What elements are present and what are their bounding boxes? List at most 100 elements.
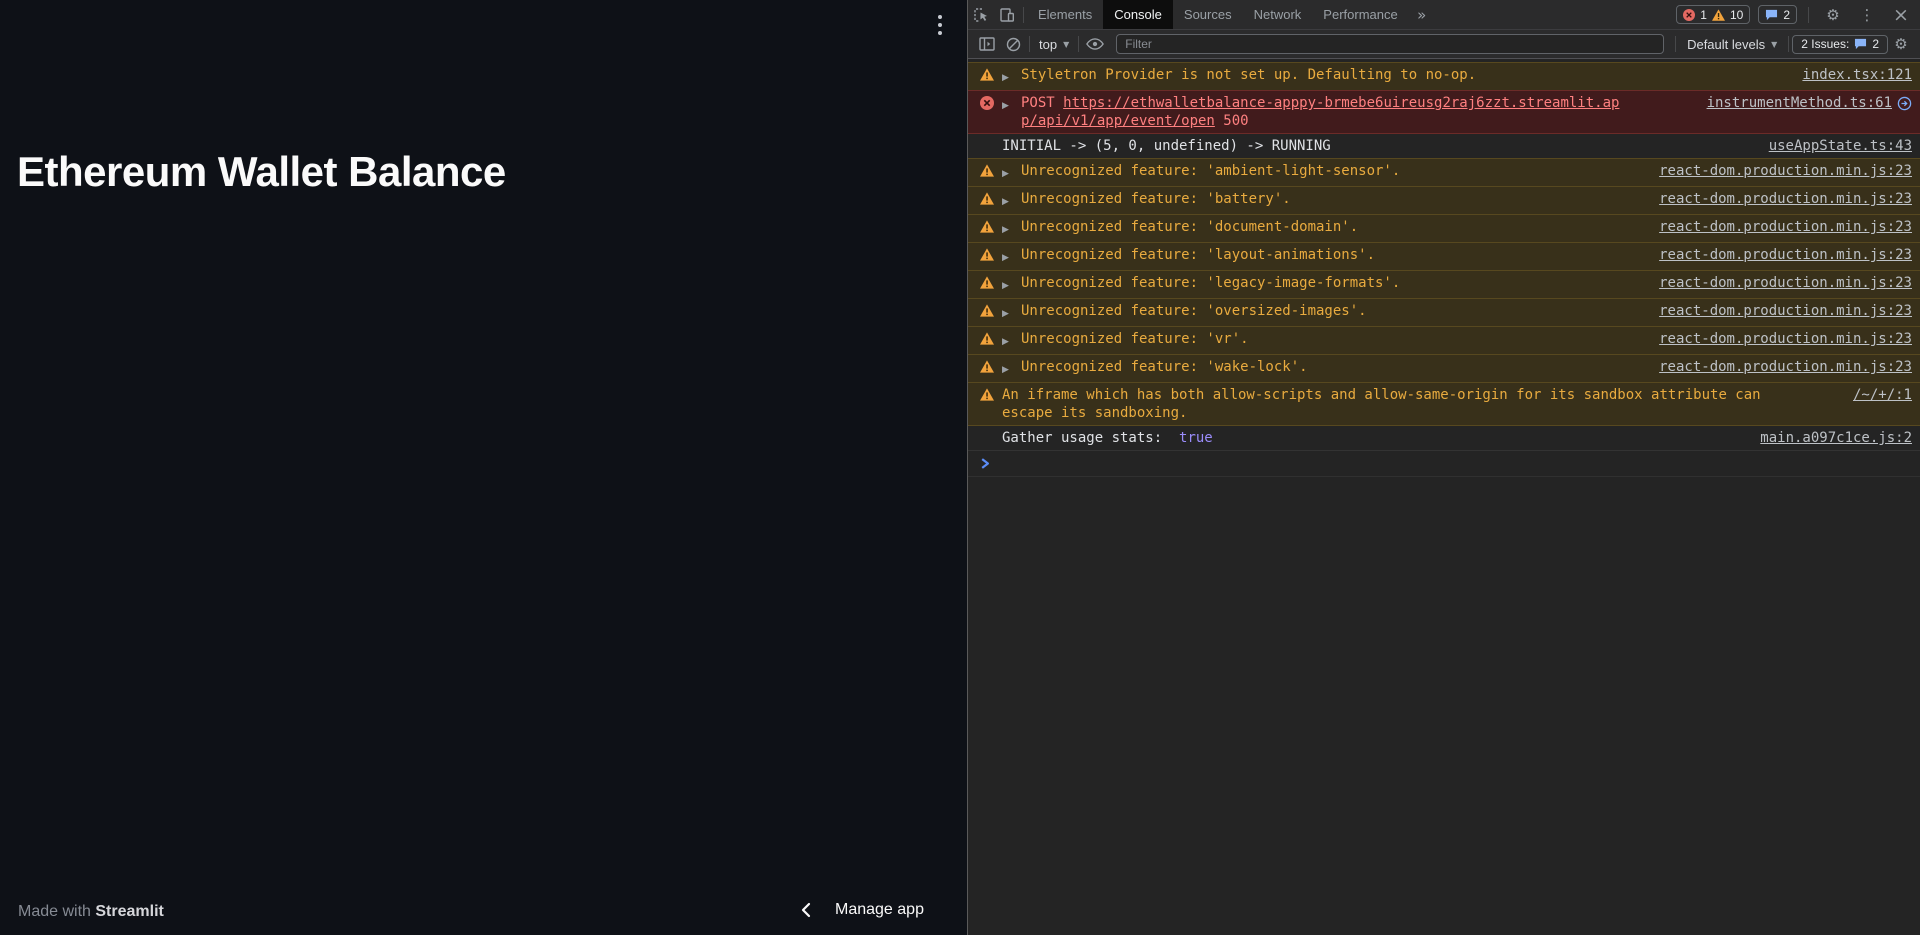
issues-pill[interactable]: 2 Issues: 2 xyxy=(1792,34,1888,54)
message-gutter: ▶ xyxy=(980,274,1021,295)
expand-triangle-icon[interactable]: ▶ xyxy=(1002,277,1012,295)
boolean-value: true xyxy=(1179,430,1213,446)
inspect-element-icon[interactable] xyxy=(968,2,994,28)
console-message-warn: ▶ react-dom.production.min.js:23 Unrecogni… xyxy=(968,186,1920,215)
expand-triangle-icon[interactable]: ▶ xyxy=(1002,97,1012,115)
message-body: react-dom.production.min.js:23 Unrecogniz… xyxy=(1021,162,1912,180)
issues-label: 2 Issues: xyxy=(1801,37,1850,51)
device-toolbar-icon[interactable] xyxy=(994,2,1020,28)
warning-count: 10 xyxy=(1729,7,1744,22)
console-prompt[interactable] xyxy=(968,451,1920,477)
source-link[interactable]: react-dom.production.min.js:23 xyxy=(1659,218,1912,236)
console-message-warn: ▶ react-dom.production.min.js:23 Unrecogni… xyxy=(968,214,1920,243)
expand-triangle-icon[interactable]: ▶ xyxy=(1002,221,1012,239)
source-link[interactable]: index.tsx:121 xyxy=(1802,66,1912,84)
message-body: react-dom.production.min.js:23 Unrecogniz… xyxy=(1021,358,1912,376)
tab-console[interactable]: Console xyxy=(1103,0,1173,29)
warning-icon xyxy=(980,360,994,373)
warning-icon xyxy=(980,304,994,317)
context-selector-dropdown[interactable]: top ▼ xyxy=(1033,37,1075,52)
warning-icon xyxy=(980,276,994,289)
footer-streamlit-link[interactable]: Streamlit xyxy=(95,903,163,920)
source-link[interactable]: react-dom.production.min.js:23 xyxy=(1659,302,1912,320)
more-tabs-chevron-icon[interactable]: » xyxy=(1409,2,1435,28)
source-link[interactable]: instrumentMethod.ts:61 xyxy=(1707,94,1892,112)
source-link[interactable]: react-dom.production.min.js:23 xyxy=(1659,358,1912,376)
message-body: react-dom.production.min.js:23 Unrecogniz… xyxy=(1021,274,1912,292)
kebab-menu-icon[interactable]: ⋮ xyxy=(1854,2,1880,28)
context-selector-value: top xyxy=(1039,36,1058,52)
console-sidebar-toggle-icon[interactable] xyxy=(974,31,1000,57)
app-footer: Made with Streamlit xyxy=(18,903,164,921)
log-levels-value: Default levels xyxy=(1687,36,1766,52)
expand-triangle-icon[interactable]: ▶ xyxy=(1002,193,1012,211)
message-body: react-dom.production.min.js:23 Unrecogniz… xyxy=(1021,190,1912,208)
tab-performance[interactable]: Performance xyxy=(1312,0,1408,29)
error-icon xyxy=(980,96,994,110)
message-body: react-dom.production.min.js:23 Unrecogniz… xyxy=(1021,246,1912,264)
console-settings-gear-icon[interactable]: ⚙ xyxy=(1888,31,1914,57)
divider xyxy=(1788,36,1790,52)
warning-icon xyxy=(980,192,994,205)
message-gutter: ▶ xyxy=(980,330,1021,351)
streamlit-app-pane: Ethereum Wallet Balance Made with Stream… xyxy=(0,0,967,935)
expand-triangle-icon[interactable]: ▶ xyxy=(1002,165,1012,183)
message-gutter: ▶ xyxy=(980,218,1021,239)
expand-triangle-icon[interactable]: ▶ xyxy=(1002,249,1012,267)
issues-count-badge[interactable]: 2 xyxy=(1758,5,1797,24)
tab-elements[interactable]: Elements xyxy=(1027,0,1103,29)
source-link[interactable]: react-dom.production.min.js:23 xyxy=(1659,246,1912,264)
message-source: instrumentMethod.ts:61 xyxy=(1707,94,1912,112)
console-output: ▶ index.tsx:121 Styletron Provider is not … xyxy=(968,59,1920,935)
source-link[interactable]: main.a097c1ce.js:2 xyxy=(1760,429,1912,447)
initiator-chain-icon[interactable] xyxy=(1897,96,1912,111)
clear-console-icon[interactable] xyxy=(1000,31,1026,57)
message-gutter xyxy=(980,429,1002,447)
divider xyxy=(1078,36,1080,52)
message-source: react-dom.production.min.js:23 xyxy=(1659,162,1912,180)
message-gutter: ▶ xyxy=(980,190,1021,211)
error-warning-count-badge[interactable]: 1 10 xyxy=(1676,5,1751,24)
source-link[interactable]: /~/+/:1 xyxy=(1853,386,1912,404)
manage-app-button[interactable]: Manage app xyxy=(800,901,924,919)
message-gutter: ▶ xyxy=(980,358,1021,379)
expand-triangle-icon[interactable]: ▶ xyxy=(1002,69,1012,87)
app-kebab-menu-icon[interactable] xyxy=(934,11,946,39)
tab-network[interactable]: Network xyxy=(1243,0,1313,29)
source-link[interactable]: react-dom.production.min.js:23 xyxy=(1659,162,1912,180)
chevron-left-icon xyxy=(801,902,811,918)
console-toolbar: top ▼ Default levels ▼ 2 Issues: 2 ⚙ xyxy=(968,30,1920,59)
devtools-panel: Elements Console Sources Network Performance… xyxy=(967,0,1920,935)
source-link[interactable]: react-dom.production.min.js:23 xyxy=(1659,274,1912,292)
console-message-log: useAppState.ts:43 INITIAL -> (5, 0, undef… xyxy=(968,134,1920,159)
tab-sources[interactable]: Sources xyxy=(1173,0,1243,29)
console-message-list: ▶ index.tsx:121 Styletron Provider is not … xyxy=(968,62,1920,451)
message-gutter: ▶ xyxy=(980,66,1021,87)
message-gutter xyxy=(980,386,1002,422)
expand-triangle-icon[interactable]: ▶ xyxy=(1002,333,1012,351)
settings-gear-icon[interactable]: ⚙ xyxy=(1820,2,1846,28)
message-source: react-dom.production.min.js:23 xyxy=(1659,358,1912,376)
source-link[interactable]: useAppState.ts:43 xyxy=(1769,137,1912,155)
expand-triangle-icon[interactable]: ▶ xyxy=(1002,361,1012,379)
request-url-link[interactable]: https://ethwalletbalance-apppy-brmebe6ui… xyxy=(1021,95,1619,129)
divider xyxy=(1029,36,1030,52)
message-source: react-dom.production.min.js:23 xyxy=(1659,302,1912,320)
expand-triangle-icon[interactable]: ▶ xyxy=(1002,305,1012,323)
warning-icon xyxy=(980,164,994,177)
console-message-warn: ▶ react-dom.production.min.js:23 Unrecogni… xyxy=(968,354,1920,383)
console-message-error: ▶ instrumentMethod.ts:61 POST https://ethw… xyxy=(968,90,1920,134)
page-title: Ethereum Wallet Balance xyxy=(17,148,506,195)
chevron-down-icon: ▼ xyxy=(1063,39,1070,49)
message-gutter: ▶ xyxy=(980,246,1021,267)
filter-input[interactable] xyxy=(1116,34,1665,54)
source-link[interactable]: react-dom.production.min.js:23 xyxy=(1659,330,1912,348)
error-count: 1 xyxy=(1700,7,1707,22)
message-body: /~/+/:1 An iframe which has both allow-sc… xyxy=(1002,386,1912,421)
message-body: index.tsx:121 Styletron Provider is not s… xyxy=(1021,66,1912,84)
message-source: main.a097c1ce.js:2 xyxy=(1760,429,1912,447)
source-link[interactable]: react-dom.production.min.js:23 xyxy=(1659,190,1912,208)
log-levels-dropdown[interactable]: Default levels ▼ xyxy=(1679,37,1785,52)
live-expression-eye-icon[interactable] xyxy=(1082,31,1108,57)
close-icon[interactable]: × xyxy=(1888,2,1914,28)
